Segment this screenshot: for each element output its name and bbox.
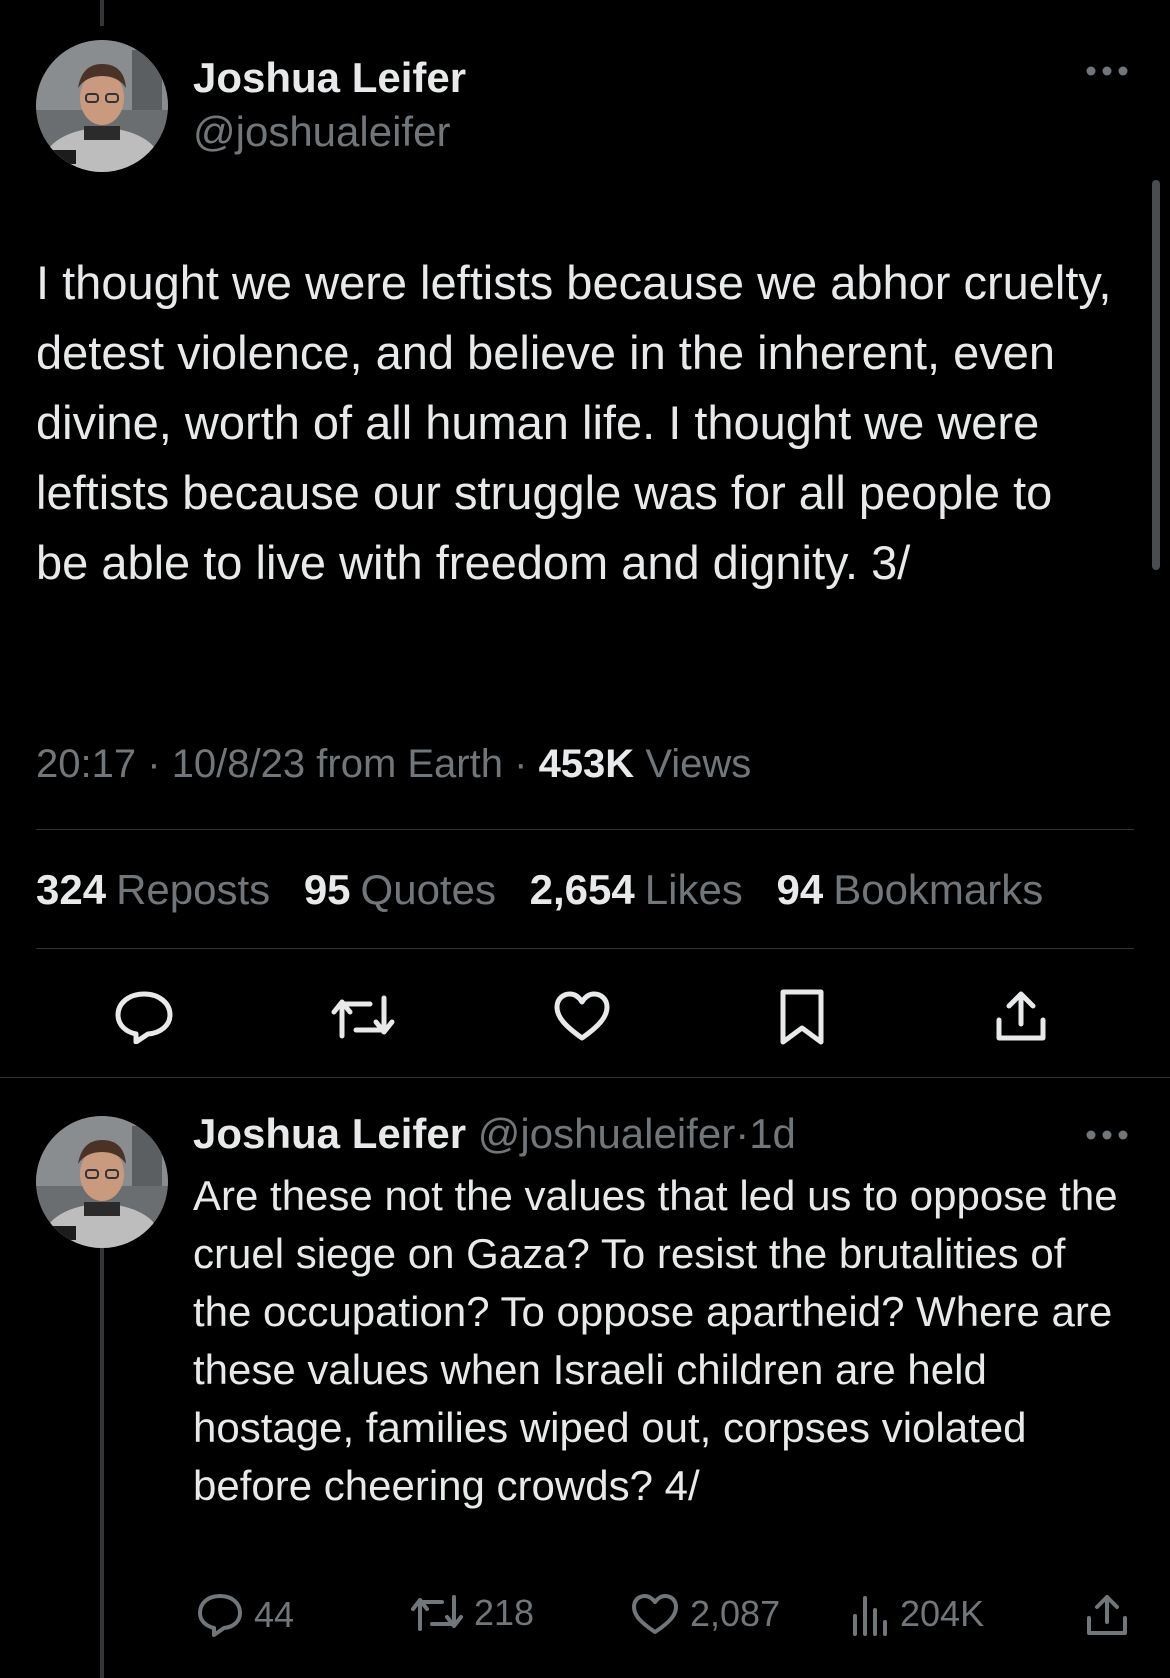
reply-views-button[interactable]: 204K bbox=[850, 1592, 984, 1636]
reply-icon bbox=[198, 1594, 242, 1637]
reply-replies-button[interactable]: 44 bbox=[196, 1592, 294, 1638]
reply-author-handle[interactable]: @joshualeifer bbox=[478, 1110, 735, 1157]
meta-separator: · bbox=[514, 742, 528, 786]
post-date[interactable]: 10/8/23 from Earth bbox=[172, 742, 503, 786]
engagement-stats: 324 Reposts 95 Quotes 2,654 Likes 94 Bookmar… bbox=[36, 866, 1065, 914]
reply-repost-button[interactable]: 218 bbox=[410, 1592, 534, 1634]
share-icon[interactable] bbox=[994, 988, 1048, 1044]
thread-connector-top bbox=[100, 0, 104, 26]
reply-separator: · bbox=[735, 1110, 750, 1157]
divider bbox=[36, 948, 1134, 949]
reply-share-button[interactable] bbox=[1085, 1592, 1139, 1638]
author-avatar[interactable] bbox=[36, 40, 168, 172]
repost-icon bbox=[411, 1595, 463, 1631]
reply-reposts-count: 218 bbox=[474, 1592, 535, 1633]
meta-separator: · bbox=[147, 742, 161, 786]
reply-text: Are these not the values that led us to … bbox=[193, 1172, 1118, 1509]
reply-more-options-icon[interactable] bbox=[1085, 1128, 1129, 1146]
share-icon bbox=[1087, 1595, 1127, 1635]
views-label: Views bbox=[645, 742, 752, 786]
stat-bookmarks[interactable]: 94 Bookmarks bbox=[776, 866, 1043, 913]
reply-likes-count: 2,087 bbox=[690, 1593, 781, 1634]
post-time[interactable]: 20:17 bbox=[36, 742, 136, 786]
author-handle[interactable]: @joshualeifer bbox=[193, 108, 450, 156]
reply-header: Joshua Leifer @joshualeifer·1d bbox=[193, 1110, 796, 1158]
reply-replies-count: 44 bbox=[254, 1594, 295, 1635]
post-text: I thought we were leftists because we ab… bbox=[36, 256, 1112, 589]
post-divider bbox=[0, 1077, 1170, 1078]
reply-icon[interactable] bbox=[114, 990, 174, 1044]
thread-connector bbox=[100, 1230, 104, 1678]
views-count: 453K bbox=[538, 742, 635, 786]
stat-quotes[interactable]: 95 Quotes bbox=[304, 866, 496, 913]
reply-like-button[interactable]: 2,087 bbox=[630, 1592, 780, 1636]
reply-author-avatar[interactable] bbox=[36, 1116, 168, 1248]
reply-author-name[interactable]: Joshua Leifer bbox=[193, 1110, 466, 1157]
stat-reposts[interactable]: 324 Reposts bbox=[36, 866, 270, 913]
more-options-icon[interactable] bbox=[1085, 64, 1129, 82]
post-meta: 20:17 · 10/8/23 from Earth · 453K Views bbox=[36, 742, 751, 787]
reply-views-count: 204K bbox=[900, 1593, 985, 1634]
like-icon bbox=[632, 1594, 678, 1634]
repost-icon[interactable] bbox=[330, 992, 396, 1042]
views-icon bbox=[853, 1596, 887, 1636]
author-name[interactable]: Joshua Leifer bbox=[193, 54, 466, 102]
bookmark-icon[interactable] bbox=[779, 988, 825, 1046]
divider bbox=[36, 829, 1134, 830]
reply-age[interactable]: 1d bbox=[749, 1110, 796, 1157]
like-icon[interactable] bbox=[553, 990, 611, 1042]
stat-likes[interactable]: 2,654 Likes bbox=[530, 866, 743, 913]
scrollbar[interactable] bbox=[1152, 180, 1160, 570]
